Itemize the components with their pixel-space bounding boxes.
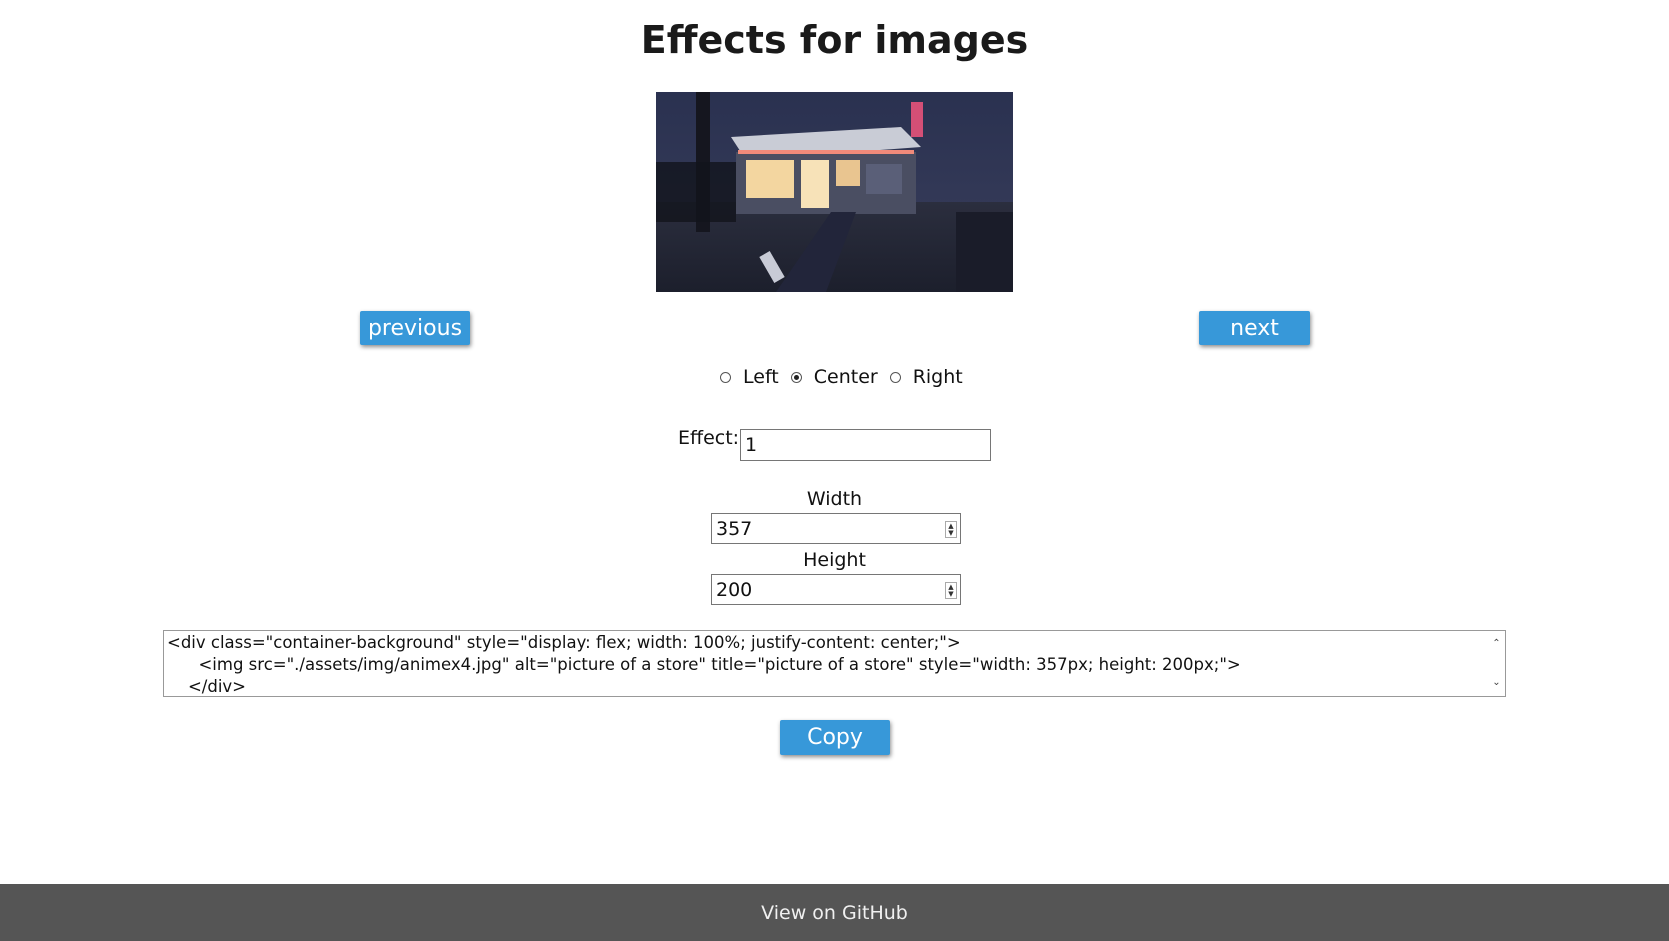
radio-left-label[interactable]: Left <box>743 366 779 388</box>
effect-input-value: 1 <box>745 434 758 456</box>
footer: View on GitHub <box>0 884 1669 941</box>
store-picture <box>656 92 1013 292</box>
store-picture-illustration <box>656 92 1013 292</box>
github-link[interactable]: View on GitHub <box>761 902 908 924</box>
scroll-up-icon[interactable]: ⌃ <box>1492 633 1500 655</box>
height-input-value: 200 <box>716 578 753 601</box>
previous-button[interactable]: previous <box>360 311 470 345</box>
width-label: Width <box>806 488 863 510</box>
effect-input[interactable]: 1 <box>740 429 991 461</box>
effect-label: Effect: <box>678 427 740 449</box>
height-input[interactable]: 200 ▲ ▼ <box>711 574 961 605</box>
copy-button[interactable]: Copy <box>780 720 890 755</box>
next-button[interactable]: next <box>1199 311 1310 345</box>
radio-center[interactable] <box>790 371 802 383</box>
page-title: Effects for images <box>640 18 1029 62</box>
height-spinner[interactable]: ▲ ▼ <box>945 582 957 599</box>
code-line: </div> <box>167 677 247 696</box>
spin-down-icon[interactable]: ▼ <box>948 529 953 537</box>
alignment-radio-group: Left Center Right <box>720 365 975 389</box>
width-input-value: 357 <box>716 517 753 540</box>
code-line: <div class="container-background" style=… <box>167 633 961 652</box>
code-line: <img src="./assets/img/animex4.jpg" alt=… <box>167 655 1241 674</box>
code-output-textarea[interactable]: <div class="container-background" style=… <box>163 630 1506 697</box>
radio-center-label[interactable]: Center <box>814 366 878 388</box>
height-label: Height <box>803 549 866 571</box>
radio-right[interactable] <box>889 371 901 383</box>
width-input[interactable]: 357 ▲ ▼ <box>711 513 961 544</box>
textarea-scrollbar[interactable]: ⌃ ⌄ <box>1488 631 1505 696</box>
radio-left[interactable] <box>720 371 731 383</box>
width-spinner[interactable]: ▲ ▼ <box>945 521 957 538</box>
scroll-down-icon[interactable]: ⌄ <box>1492 672 1500 694</box>
spin-down-icon[interactable]: ▼ <box>948 590 953 598</box>
radio-right-label[interactable]: Right <box>913 366 963 388</box>
